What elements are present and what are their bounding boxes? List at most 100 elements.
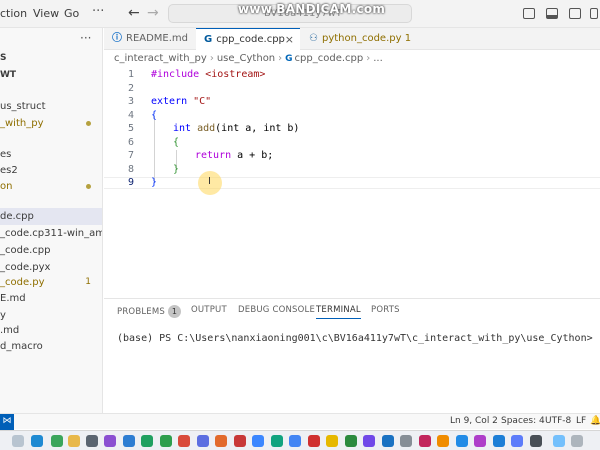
chrome-taskbar-icon[interactable]	[252, 435, 264, 447]
taskbar-app-icon[interactable]	[308, 435, 320, 447]
notifications-bell-icon[interactable]: 🔔	[590, 416, 600, 426]
sidebar-item[interactable]: d_macro	[0, 338, 102, 355]
taskbar-app-icon[interactable]	[530, 435, 542, 447]
folder-taskbar-icon[interactable]	[68, 435, 80, 447]
sidebar-item-label: es2	[0, 165, 18, 176]
taskbar-app-icon[interactable]	[51, 435, 63, 447]
customize-layout-icon[interactable]	[590, 8, 598, 19]
taskbar-app-icon[interactable]	[474, 435, 486, 447]
toggle-panel-icon[interactable]	[546, 8, 558, 19]
breadcrumb-item[interactable]: ...	[373, 53, 383, 64]
os-taskbar	[0, 430, 600, 450]
line-number: 3	[127, 96, 134, 107]
chevron-right-icon: ›	[366, 53, 371, 64]
code-token: {	[173, 137, 180, 148]
sidebar-item[interactable]: E.md	[0, 290, 102, 307]
sidebar-item[interactable]: es2	[0, 162, 102, 179]
taskbar-app-icon[interactable]	[400, 435, 412, 447]
tab-readme[interactable]: ⓘ README.md	[104, 28, 195, 50]
taskbar-app-icon[interactable]	[86, 435, 98, 447]
sidebar-item[interactable]: .md	[0, 322, 102, 339]
forward-arrow-icon[interactable]: →	[147, 5, 159, 21]
taskbar-app-icon[interactable]	[123, 435, 135, 447]
tab-problems[interactable]: PROBLEMS 1	[117, 305, 181, 318]
sidebar-item-label: us_struct	[0, 101, 46, 112]
taskbar-app-icon[interactable]	[326, 435, 338, 447]
code-token: <iostream>	[199, 69, 266, 80]
taskbar-app-icon[interactable]	[141, 435, 153, 447]
line-number: 5	[127, 123, 134, 134]
tab-label: cpp_code.cpp	[216, 34, 285, 45]
taskbar-app-icon[interactable]	[456, 435, 468, 447]
breadcrumb-item[interactable]: c_interact_with_py	[114, 53, 207, 64]
close-icon[interactable]: ×	[285, 29, 294, 51]
tab-debug-console[interactable]: DEBUG CONSOLE	[238, 305, 315, 315]
code-token: (int a, int b)	[215, 123, 300, 134]
code-token: "C"	[187, 96, 212, 107]
end-of-line[interactable]: LF	[576, 416, 586, 426]
breadcrumb: c_interact_with_py › use_Cython › Gcpp_code.…	[114, 53, 383, 64]
taskbar-app-icon[interactable]	[289, 435, 301, 447]
sidebar-item[interactable]: S	[0, 50, 102, 67]
taskbar-app-icon[interactable]	[345, 435, 357, 447]
tab-python-code[interactable]: ⚇ python_code.py 1	[301, 28, 413, 50]
taskbar-app-icon[interactable]	[493, 435, 505, 447]
cursor-position[interactable]: Ln 9, Col 2	[450, 416, 498, 426]
taskbar-app-icon[interactable]	[178, 435, 190, 447]
sidebar-item-selected[interactable]: de.cpp	[0, 208, 102, 225]
text-cursor-icon: I	[208, 176, 211, 187]
tab-terminal[interactable]: TERMINAL	[316, 305, 361, 319]
sidebar-item[interactable]: us_struct	[0, 98, 102, 115]
taskbar-app-icon[interactable]	[382, 435, 394, 447]
taskbar-app-icon[interactable]	[437, 435, 449, 447]
code-token: add	[191, 123, 216, 134]
terminal-prompt: (base) PS C:\Users\nanxiaoning001\c\BV16…	[117, 333, 599, 344]
toggle-sidebar-icon[interactable]	[523, 8, 535, 19]
breadcrumb-item[interactable]: cpp_code.cpp	[295, 53, 364, 64]
sidebar-item[interactable]: _code.cp311-win_amd6...	[0, 225, 102, 242]
sidebar-item[interactable]: _with_py	[0, 115, 102, 132]
cpp-file-icon: G	[285, 54, 293, 64]
sidebar-item[interactable]: on	[0, 178, 102, 195]
system-tray-icon[interactable]	[571, 435, 583, 447]
taskbar-app-icon[interactable]	[419, 435, 431, 447]
taskbar-app-icon[interactable]	[363, 435, 375, 447]
taskbar-app-icon[interactable]	[104, 435, 116, 447]
taskbar-app-icon[interactable]	[271, 435, 283, 447]
more-menu-icon[interactable]: ···	[92, 4, 104, 19]
sidebar-item-label: d_macro	[0, 341, 43, 352]
tab-output[interactable]: OUTPUT	[191, 305, 227, 315]
taskbar-app-icon[interactable]	[12, 435, 24, 447]
taskbar-app-icon[interactable]	[197, 435, 209, 447]
code-token: return	[195, 150, 232, 161]
tab-ports[interactable]: PORTS	[371, 305, 400, 315]
line-number: 4	[127, 110, 134, 121]
taskbar-app-icon[interactable]	[215, 435, 227, 447]
explorer-more-icon[interactable]: ···	[80, 31, 91, 45]
remote-indicator-icon[interactable]: ⋈	[0, 414, 14, 430]
system-tray-icon[interactable]	[553, 435, 565, 447]
taskbar-app-icon[interactable]	[234, 435, 246, 447]
code-editor[interactable]: 1 2 3 4 5 6 7 8 9 #include <iostream> ex…	[104, 64, 600, 299]
indentation[interactable]: Spaces: 4	[501, 416, 545, 426]
menu-go[interactable]: Go	[64, 7, 79, 20]
back-arrow-icon[interactable]: ←	[128, 5, 140, 21]
status-bar: ⋈ Ln 9, Col 2 Spaces: 4 UTF-8 LF 🔔	[0, 413, 600, 430]
sidebar-item-label: _code.py	[0, 277, 45, 288]
sidebar-item[interactable]: _code.cpp	[0, 242, 102, 259]
sidebar-item[interactable]: _code.py 1	[0, 274, 102, 291]
sidebar-item[interactable]: WT	[0, 67, 102, 84]
taskbar-app-icon[interactable]	[160, 435, 172, 447]
breadcrumb-item[interactable]: use_Cython	[217, 53, 275, 64]
encoding[interactable]: UTF-8	[545, 416, 571, 426]
menu-view[interactable]: View	[33, 7, 59, 20]
menu-selection[interactable]: ction	[0, 7, 27, 20]
toggle-secondary-sidebar-icon[interactable]	[569, 8, 581, 19]
sidebar-item[interactable]: es	[0, 146, 102, 163]
terminal-output[interactable]: (base) PS C:\Users\nanxiaoning001\c\BV16…	[117, 332, 600, 344]
tab-cpp-code[interactable]: Gcpp_code.cpp ×	[196, 28, 300, 50]
vscode-taskbar-icon[interactable]	[31, 435, 43, 447]
taskbar-app-icon[interactable]	[511, 435, 523, 447]
line-number: 2	[127, 83, 134, 94]
sidebar-item-label: E.md	[0, 293, 26, 304]
